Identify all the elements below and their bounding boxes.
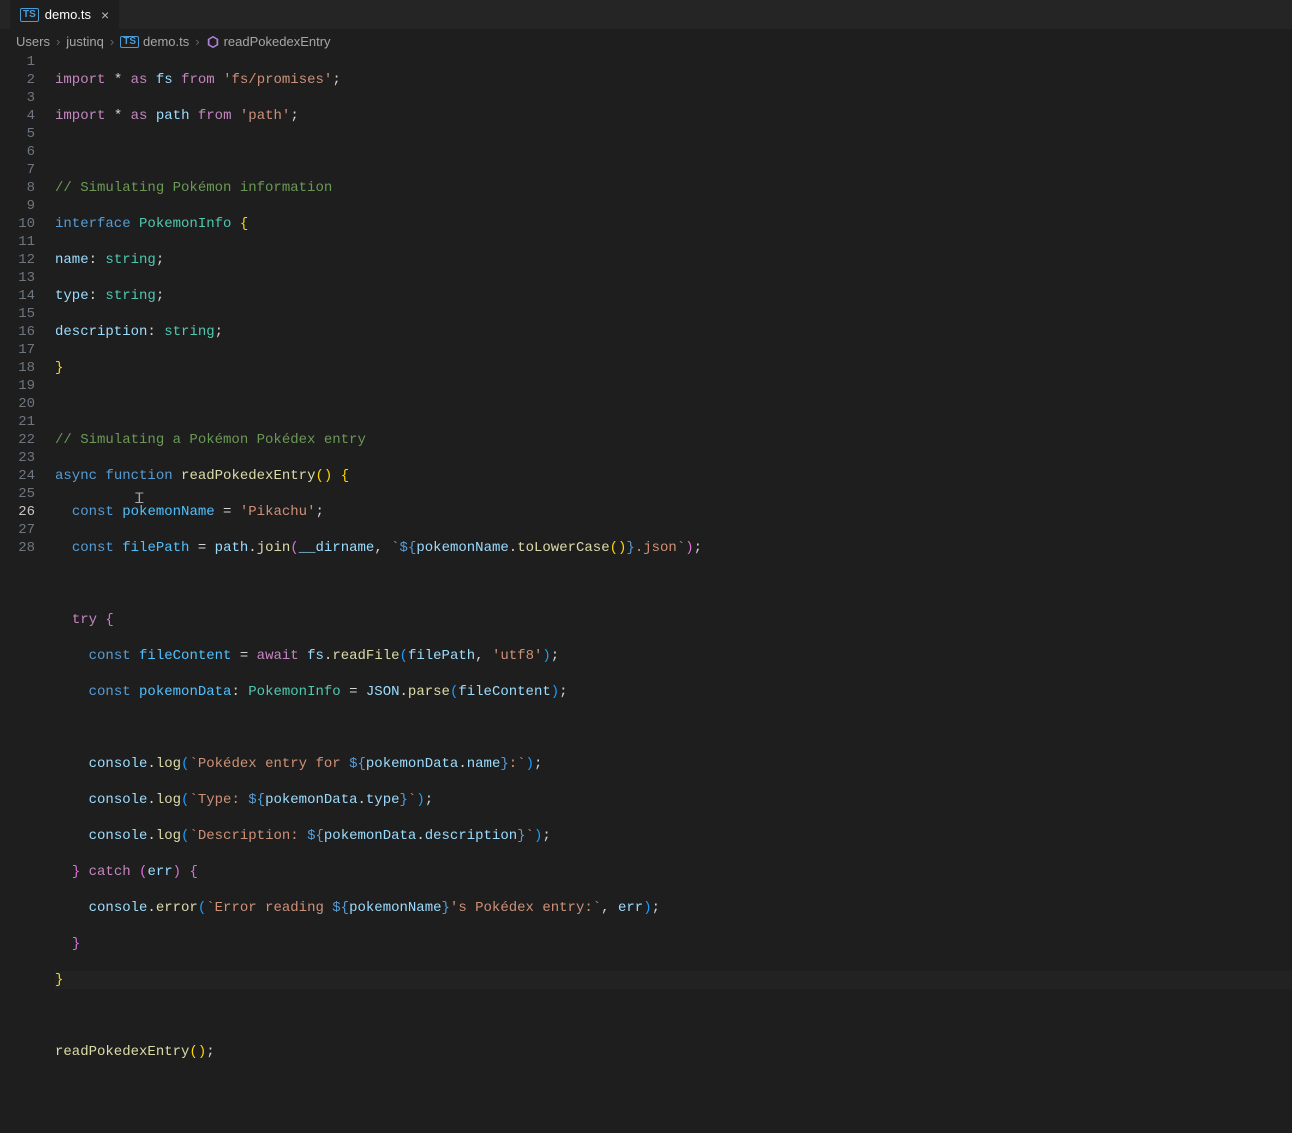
tab-demo-ts[interactable]: TS demo.ts × [10,0,119,29]
chevron-right-icon: › [56,34,60,49]
symbol-method-icon [206,35,220,49]
chevron-right-icon: › [195,34,199,49]
editor-area[interactable]: 1 2 3 4 5 6 7 8 9 10 11 12 13 14 15 16 1… [0,53,1292,884]
close-icon[interactable]: × [101,7,109,23]
line-number-gutter: 1 2 3 4 5 6 7 8 9 10 11 12 13 14 15 16 1… [0,53,55,884]
tab-label: demo.ts [45,7,91,22]
breadcrumb-item[interactable]: demo.ts [143,34,189,49]
typescript-icon: TS [120,36,139,48]
chevron-right-icon: › [110,34,114,49]
typescript-icon: TS [20,8,39,22]
breadcrumb-item[interactable]: readPokedexEntry [224,34,331,49]
breadcrumb-item[interactable]: justinq [66,34,104,49]
breadcrumb-item[interactable]: Users [16,34,50,49]
code-content[interactable]: import * as fs from 'fs/promises'; impor… [55,53,1292,884]
breadcrumb: Users › justinq › TS demo.ts › readPoked… [0,30,1292,53]
tab-bar: TS demo.ts × [0,0,1292,30]
